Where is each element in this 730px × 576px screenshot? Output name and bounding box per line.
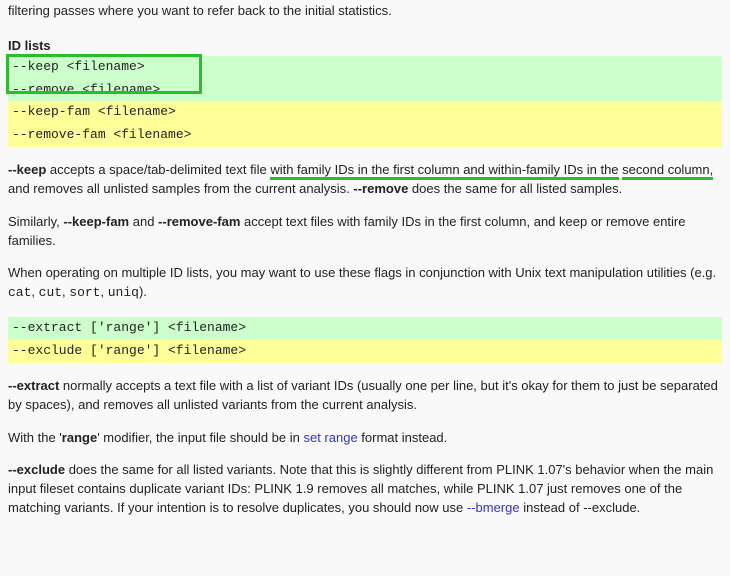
- flag-remove: --remove: [353, 181, 408, 196]
- document-content: filtering passes where you want to refer…: [0, 0, 730, 540]
- text: With the ': [8, 430, 62, 445]
- codeblock-extract-exclude: --extract ['range'] <filename> --exclude…: [8, 317, 722, 363]
- text: ' modifier, the input file should be in: [97, 430, 303, 445]
- code-line-keep-fam: --keep-fam <filename>: [8, 101, 722, 124]
- paragraph-extract-desc: --extract normally accepts a text file w…: [8, 377, 722, 415]
- text: does the same for all listed samples.: [408, 181, 622, 196]
- text: Similarly,: [8, 214, 63, 229]
- text: accepts a space/tab-delimited text file: [46, 162, 270, 177]
- heading-id-lists: ID lists: [8, 37, 722, 56]
- text: and removes all unlisted samples from th…: [8, 181, 353, 196]
- paragraph-unix-utils: When operating on multiple ID lists, you…: [8, 264, 722, 303]
- text: normally accepts a text file with a list…: [8, 378, 718, 412]
- modifier-range: range: [62, 430, 97, 445]
- paragraph-keep-desc: --keep accepts a space/tab-delimited tex…: [8, 161, 722, 199]
- text: and: [129, 214, 158, 229]
- cmd-uniq: uniq: [108, 285, 139, 300]
- paragraph-exclude-desc: --exclude does the same for all listed v…: [8, 461, 722, 518]
- text: When operating on multiple ID lists, you…: [8, 265, 716, 280]
- paragraph-range-desc: With the 'range' modifier, the input fil…: [8, 429, 722, 448]
- underlined-text-2: second column,: [622, 162, 713, 180]
- code-line-remove: --remove <filename>: [8, 79, 722, 102]
- link-bmerge[interactable]: --bmerge: [467, 500, 520, 515]
- underlined-text-1: with family IDs in the first column and …: [270, 162, 618, 180]
- text: ,: [101, 284, 108, 299]
- text: instead of --exclude.: [520, 500, 641, 515]
- truncated-prev-paragraph: filtering passes where you want to refer…: [8, 2, 722, 21]
- text: ).: [139, 284, 147, 299]
- flag-keep-fam: --keep-fam: [63, 214, 129, 229]
- flag-keep: --keep: [8, 162, 46, 177]
- paragraph-keepfam-desc: Similarly, --keep-fam and --remove-fam a…: [8, 213, 722, 251]
- cmd-cat: cat: [8, 285, 31, 300]
- cmd-cut: cut: [39, 285, 62, 300]
- flag-extract: --extract: [8, 378, 59, 393]
- code-line-extract: --extract ['range'] <filename>: [8, 317, 722, 340]
- link-set-range[interactable]: set range: [303, 430, 357, 445]
- flag-remove-fam: --remove-fam: [158, 214, 240, 229]
- codeblock-keep-remove: --keep <filename> --remove <filename> --…: [8, 56, 722, 147]
- code-line-exclude: --exclude ['range'] <filename>: [8, 340, 722, 363]
- text: ,: [31, 284, 38, 299]
- cmd-sort: sort: [69, 285, 100, 300]
- code-line-keep: --keep <filename>: [8, 56, 722, 79]
- flag-exclude: --exclude: [8, 462, 65, 477]
- code-line-remove-fam: --remove-fam <filename>: [8, 124, 722, 147]
- text: format instead.: [358, 430, 448, 445]
